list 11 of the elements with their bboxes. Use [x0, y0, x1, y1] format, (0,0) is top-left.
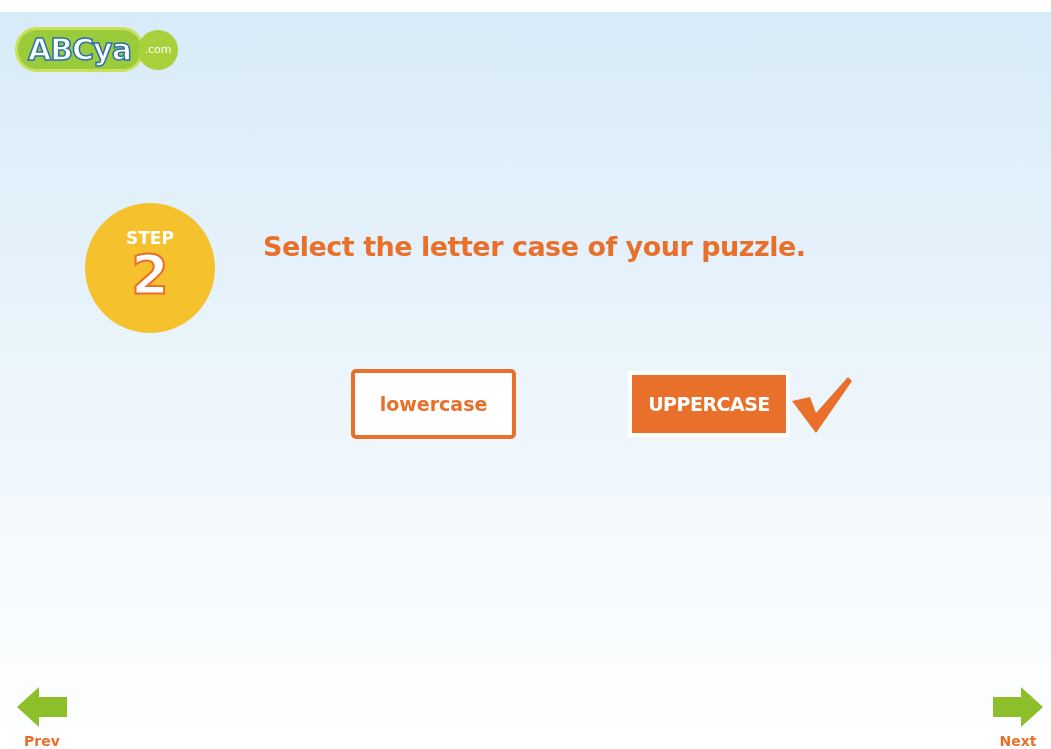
logo: ABCya	[15, 27, 144, 72]
step-number: 2	[131, 248, 169, 302]
step-label: STEP	[126, 228, 174, 248]
arrow-icon	[15, 687, 69, 727]
logo-domain: .com	[137, 29, 178, 70]
nav-link[interactable]: Prev	[15, 687, 69, 749]
instruction: Select the letter case of your puzzle.	[263, 230, 806, 262]
arrow-icon	[991, 687, 1045, 727]
option-button[interactable]: UPPERCASE	[628, 371, 790, 437]
nav-link[interactable]: Next	[991, 687, 1045, 749]
option-button[interactable]: lowercase	[351, 369, 516, 439]
